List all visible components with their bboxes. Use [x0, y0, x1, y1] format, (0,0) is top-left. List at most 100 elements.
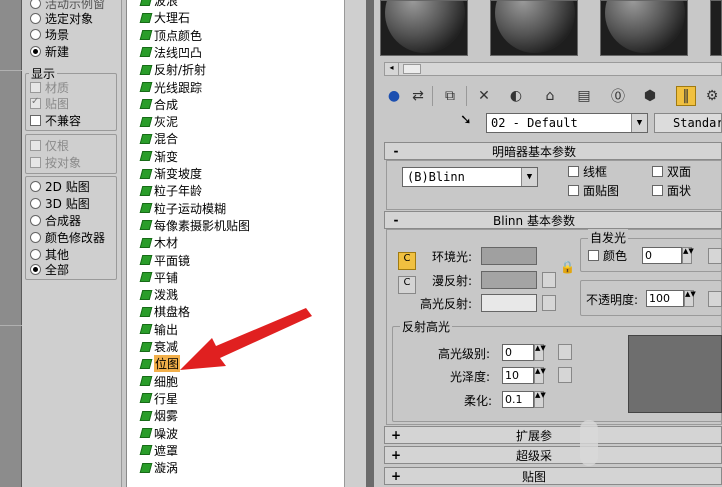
sample-slot-2[interactable]: [490, 0, 578, 56]
map-list-item[interactable]: 平铺: [139, 269, 178, 286]
spinner-arrows-icon[interactable]: ▲▼: [534, 367, 546, 384]
glossiness-label: 光泽度:: [450, 370, 491, 384]
map-list-scrollbar[interactable]: [344, 0, 366, 487]
check-faceted[interactable]: 面状: [652, 183, 691, 198]
lock-icon[interactable]: 🔒: [560, 260, 575, 274]
scroll-left-arrow-icon[interactable]: ◂: [385, 63, 399, 75]
checkbox-icon: [652, 166, 663, 177]
map-list-item[interactable]: 漩涡: [139, 459, 178, 476]
map-list-item[interactable]: 行星: [139, 390, 178, 407]
sample-slot-1[interactable]: [380, 0, 468, 56]
diffuse-map-button[interactable]: [542, 272, 556, 288]
material-name-field[interactable]: 02 - Default ▼: [486, 113, 648, 133]
material-type-button[interactable]: Standard: [654, 113, 722, 133]
shader-type-dropdown[interactable]: (B)Blinn ▼: [402, 167, 538, 187]
show-map-icon[interactable]: ⓪: [608, 86, 628, 106]
radio-browse-scene[interactable]: 场景: [30, 27, 69, 42]
put-to-library-icon[interactable]: ⌂: [540, 86, 560, 106]
radio-filter-color-modifier[interactable]: 颜色修改器: [30, 230, 105, 245]
pick-material-icon[interactable]: ➘: [460, 112, 472, 128]
shader-params-rollout-header[interactable]: - 明暗器基本参数: [384, 142, 722, 160]
extended-params-rollout-header[interactable]: + 扩展参: [384, 426, 722, 444]
map-list-item[interactable]: 混合: [139, 130, 178, 147]
map-list-item[interactable]: 粒子年龄: [139, 182, 202, 199]
radio-filter-all[interactable]: 全部: [30, 262, 69, 277]
spec-level-spinner[interactable]: 0: [502, 344, 534, 361]
material-id-icon[interactable]: ▤: [574, 86, 594, 106]
check-maps[interactable]: 贴图: [30, 96, 69, 111]
spinner-arrows-icon[interactable]: ▲▼: [682, 247, 694, 264]
map-list-item[interactable]: 平面镜: [139, 252, 190, 269]
map-list-item[interactable]: 噪波: [139, 425, 178, 442]
check-face-map[interactable]: 面贴图: [568, 183, 619, 198]
ambient-label: 环境光:: [432, 250, 473, 264]
radio-browse-new[interactable]: 新建: [30, 44, 69, 59]
spec-level-map-button[interactable]: [558, 344, 572, 360]
go-sibling-icon[interactable]: ⚙: [702, 86, 722, 106]
map-list-item[interactable]: 烟雾: [139, 407, 178, 424]
opacity-spinner[interactable]: 100: [646, 290, 684, 307]
soften-spinner[interactable]: 0.1: [502, 391, 534, 408]
show-end-result-icon[interactable]: ⬢: [640, 86, 660, 106]
map-list-item[interactable]: 渐变坡度: [139, 165, 202, 182]
map-list-item[interactable]: 细胞: [139, 373, 178, 390]
map-list-item[interactable]: 合成: [139, 96, 178, 113]
self-illum-map-button[interactable]: [708, 248, 722, 264]
check-wire[interactable]: 线框: [568, 164, 607, 179]
ambient-color-swatch[interactable]: [481, 247, 537, 265]
check-self-illum-color[interactable]: 颜色: [588, 248, 627, 263]
radio-filter-3d[interactable]: 3D 贴图: [30, 196, 90, 211]
glossiness-spinner[interactable]: 10: [502, 367, 534, 384]
map-list-item[interactable]: 衰减: [139, 338, 178, 355]
get-material-icon[interactable]: ●: [384, 86, 404, 106]
map-list-item[interactable]: 木材: [139, 234, 178, 251]
make-unique-icon[interactable]: ◐: [506, 86, 526, 106]
map-list-item[interactable]: 反射/折射: [139, 61, 206, 78]
diffuse-color-swatch[interactable]: [481, 271, 537, 289]
check-root-only[interactable]: 仅根: [30, 138, 69, 153]
delete-icon[interactable]: ✕: [474, 86, 494, 106]
map-list-item[interactable]: 粒子运动模糊: [139, 200, 226, 217]
sample-slot-4[interactable]: [710, 0, 722, 56]
map-list-item[interactable]: 泼溅: [139, 286, 178, 303]
sample-slot-3[interactable]: [600, 0, 688, 56]
specular-map-button[interactable]: [542, 295, 556, 311]
opacity-map-button[interactable]: [708, 291, 722, 307]
maps-rollout-header[interactable]: + 贴图: [384, 467, 722, 485]
spinner-arrows-icon[interactable]: ▲▼: [684, 290, 696, 307]
radio-filter-2d[interactable]: 2D 贴图: [30, 179, 90, 194]
scroll-thumb[interactable]: [403, 64, 421, 74]
lock-diffuse-specular-icon[interactable]: C: [398, 276, 416, 294]
put-material-icon[interactable]: ⇄: [408, 86, 428, 106]
go-to-parent-icon[interactable]: ‖: [676, 86, 696, 106]
check-two-sided[interactable]: 双面: [652, 164, 691, 179]
check-materials[interactable]: 材质: [30, 80, 69, 95]
blinn-params-rollout-header[interactable]: - Blinn 基本参数: [384, 211, 722, 229]
radio-browse-selected[interactable]: 选定对象: [30, 11, 93, 26]
map-list-item[interactable]: 遮罩: [139, 442, 178, 459]
self-illum-spinner[interactable]: 0: [642, 247, 682, 264]
specular-label: 高光反射:: [420, 297, 473, 311]
lock-ambient-diffuse-icon[interactable]: C: [398, 252, 416, 270]
radio-filter-compositor[interactable]: 合成器: [30, 213, 81, 228]
radio-filter-other[interactable]: 其他: [30, 247, 69, 262]
check-incompatible[interactable]: 不兼容: [30, 113, 81, 128]
supersampling-rollout-header[interactable]: + 超级采: [384, 446, 722, 464]
map-list-item[interactable]: 渐变: [139, 148, 178, 165]
spinner-arrows-icon[interactable]: ▲▼: [534, 344, 546, 361]
spinner-arrows-icon[interactable]: ▲▼: [534, 391, 546, 408]
check-by-object[interactable]: 按对象: [30, 155, 81, 170]
map-list-item[interactable]: 波浪: [139, 0, 178, 9]
sample-slot-scrollbar[interactable]: ◂: [384, 62, 722, 76]
map-list-item[interactable]: 每像素摄影机贴图: [139, 217, 250, 234]
map-list-item[interactable]: 法线凹凸: [139, 44, 202, 61]
map-list-item[interactable]: 灰泥: [139, 113, 178, 130]
specular-color-swatch[interactable]: [481, 294, 537, 312]
map-list-item[interactable]: 大理石: [139, 9, 190, 26]
map-list-item[interactable]: 顶点颜色: [139, 27, 202, 44]
map-list-item[interactable]: 光线跟踪: [139, 79, 202, 96]
glossiness-map-button[interactable]: [558, 367, 572, 383]
assign-material-icon[interactable]: ⧉: [440, 86, 460, 106]
map-list-item[interactable]: 输出: [139, 321, 178, 338]
map-list-item[interactable]: 位图: [139, 355, 181, 373]
